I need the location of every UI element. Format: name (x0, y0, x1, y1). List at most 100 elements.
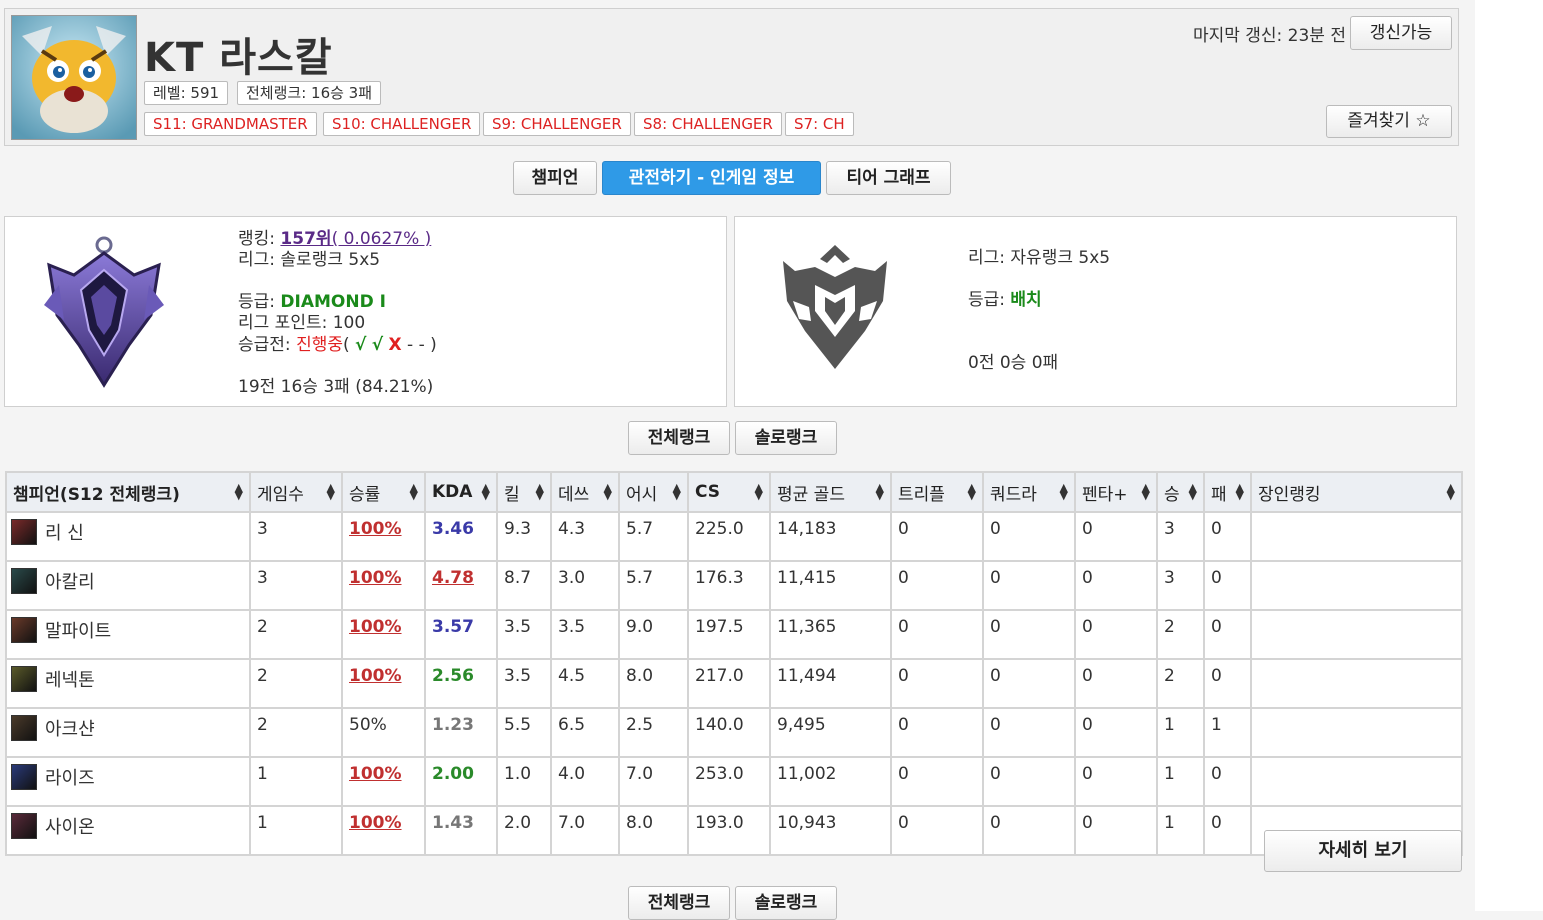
update-button[interactable]: 갱신가능 (1350, 16, 1452, 50)
col-header-label: 쿼드라 (990, 484, 1037, 505)
champion-portrait-icon (11, 715, 37, 741)
promo-status: 진행중 (296, 335, 343, 355)
champion-cell[interactable]: 아크샨 (5, 707, 251, 758)
col-header-deaths[interactable]: 데쓰 ▲ ▼ (550, 471, 620, 513)
champion-cell[interactable]: 아칼리 (5, 560, 251, 611)
winrate-value[interactable]: 100% (349, 568, 402, 588)
tab-champion[interactable]: 챔피언 (513, 161, 597, 195)
champion-portrait-icon (11, 764, 37, 790)
mastery-cell (1250, 511, 1463, 562)
winrate-value[interactable]: 100% (349, 666, 402, 686)
penta-cell: 0 (1074, 658, 1158, 709)
table-row: 사이온 1 100% 1.43 2.0 7.0 8.0 193.0 10,943 0 0 0 1 0 (5, 805, 1463, 856)
table-row: 레넥톤 2 100% 2.56 3.5 4.5 8.0 217.0 11,494 0 0 0 2 0 (5, 658, 1463, 709)
solo-ranking: 랭킹: 157위( 0.0627% ) (238, 229, 431, 250)
sort-icon: ▲ ▼ (1141, 481, 1150, 502)
losses-value: 1 (1211, 715, 1222, 735)
champion-cell[interactable]: 리 신 (5, 511, 251, 562)
triple-value: 0 (898, 666, 909, 686)
gold-cell: 9,495 (769, 707, 892, 758)
col-header-wins[interactable]: 승 ▲ ▼ (1156, 471, 1205, 513)
col-header-label: 승률 (349, 484, 381, 505)
games-value: 1 (257, 764, 268, 784)
tab-tier-graph[interactable]: 티어 그래프 (826, 161, 951, 195)
col-header-losses[interactable]: 패 ▲ ▼ (1203, 471, 1252, 513)
kills-value: 1.0 (504, 764, 532, 784)
kda-value: 1.43 (432, 813, 474, 833)
quadra-value: 0 (990, 617, 1001, 637)
sort-icon: ▲ ▼ (875, 481, 884, 502)
solo-rank-button-bottom[interactable]: 솔로랭크 (735, 886, 837, 920)
solo-rank-button[interactable]: 솔로랭크 (735, 421, 837, 455)
triple-value: 0 (898, 617, 909, 637)
ranking-link[interactable]: 157위 (280, 229, 331, 249)
col-header-games[interactable]: 게임수 ▲ ▼ (249, 471, 343, 513)
col-header-quadra[interactable]: 쿼드라 ▲ ▼ (982, 471, 1076, 513)
kda-value: 4.78 (432, 568, 474, 588)
view-details-button[interactable]: 자세히 보기 (1264, 830, 1462, 872)
wins-cell: 2 (1156, 658, 1205, 709)
champion-cell[interactable]: 사이온 (5, 805, 251, 856)
deaths-cell: 7.0 (550, 805, 620, 856)
quadra-cell: 0 (982, 609, 1076, 660)
winrate-value[interactable]: 100% (349, 617, 402, 637)
winrate-value[interactable]: 100% (349, 519, 402, 539)
triple-cell: 0 (890, 609, 984, 660)
gold-value: 9,495 (777, 715, 826, 735)
champion-cell[interactable]: 라이즈 (5, 756, 251, 807)
col-header-label: 패 (1211, 484, 1227, 505)
cs-value: 193.0 (695, 813, 744, 833)
overall-rank-badge: 전체랭크: 16승 3패 (237, 81, 382, 105)
ranking-percent-link[interactable]: ( 0.0627% ) (332, 229, 432, 249)
winrate-value[interactable]: 100% (349, 813, 402, 833)
games-value: 1 (257, 813, 268, 833)
triple-cell: 0 (890, 756, 984, 807)
col-header-triple[interactable]: 트리플 ▲ ▼ (890, 471, 984, 513)
penta-cell: 0 (1074, 560, 1158, 611)
table-row: 아크샨 2 50% 1.23 5.5 6.5 2.5 140.0 9,495 0 0 0 1 1 (5, 707, 1463, 758)
tab-spectate[interactable]: 관전하기 - 인게임 정보 (602, 161, 821, 195)
col-header-assists[interactable]: 어시 ▲ ▼ (618, 471, 689, 513)
champion-cell[interactable]: 말파이트 (5, 609, 251, 660)
cs-cell: 193.0 (687, 805, 771, 856)
tier-value: DIAMOND I (280, 292, 386, 312)
triple-value: 0 (898, 764, 909, 784)
col-header-winrate[interactable]: 승률 ▲ ▼ (341, 471, 426, 513)
quadra-cell: 0 (982, 511, 1076, 562)
assists-cell: 9.0 (618, 609, 689, 660)
col-header-champion[interactable]: 챔피언(S12 전체랭크) ▲ ▼ (5, 471, 251, 513)
cs-cell: 225.0 (687, 511, 771, 562)
winrate-value[interactable]: 100% (349, 764, 402, 784)
col-header-cs[interactable]: CS ▲ ▼ (687, 471, 771, 513)
favorite-button[interactable]: 즐겨찾기 ☆ (1326, 105, 1452, 138)
champion-cell[interactable]: 레넥톤 (5, 658, 251, 709)
quadra-value: 0 (990, 519, 1001, 539)
solo-promo: 승급전: 진행중( √ √ X - - ) (238, 335, 437, 356)
quadra-cell: 0 (982, 707, 1076, 758)
cs-cell: 253.0 (687, 756, 771, 807)
champion-name: 아칼리 (45, 572, 95, 593)
champion-portrait-icon (11, 666, 37, 692)
col-header-mastery[interactable]: 장인랭킹 ▲ ▼ (1250, 471, 1463, 513)
col-header-penta[interactable]: 펜타+ ▲ ▼ (1074, 471, 1158, 513)
sort-icon: ▲ ▼ (754, 481, 763, 502)
games-value: 2 (257, 617, 268, 637)
penta-value: 0 (1082, 764, 1093, 784)
all-rank-button-bottom[interactable]: 전체랭크 (628, 886, 730, 920)
cs-value: 197.5 (695, 617, 744, 637)
kda-value: 3.46 (432, 519, 474, 539)
gold-value: 11,494 (777, 666, 837, 686)
assists-cell: 5.7 (618, 511, 689, 562)
col-header-kda[interactable]: KDA ▲ ▼ (424, 471, 498, 513)
all-rank-button[interactable]: 전체랭크 (628, 421, 730, 455)
flex-league: 리그: 자유랭크 5x5 (968, 248, 1111, 268)
games-cell: 1 (249, 756, 343, 807)
profile-header: KT 라스칼 레벨: 591 전체랭크: 16승 3패 S11: GRANDMA… (4, 8, 1459, 146)
deaths-cell: 4.3 (550, 511, 620, 562)
col-header-kills[interactable]: 킬 ▲ ▼ (496, 471, 552, 513)
col-header-gold[interactable]: 평균 골드 ▲ ▼ (769, 471, 892, 513)
losses-value: 0 (1211, 764, 1222, 784)
solo-lp: 리그 포인트: 100 (238, 313, 366, 333)
assists-value: 9.0 (626, 617, 654, 637)
games-value: 2 (257, 666, 268, 686)
